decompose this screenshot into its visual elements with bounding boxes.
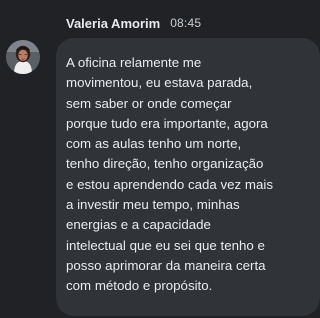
message-line: com as aulas tenho um norte, — [66, 136, 242, 152]
message-line: e estou aprendendo cada vez mais — [66, 176, 273, 192]
message-line: intelectual que eu sei que tenho e — [66, 237, 265, 253]
message-line: A oficina relamente me — [66, 55, 202, 70]
user-avatar-icon — [6, 40, 40, 74]
message-bubble[interactable]: A oficina relamente me movimentou, eu est… — [56, 38, 320, 316]
avatar[interactable] — [6, 40, 40, 74]
message-header: Valeria Amorim 08:45 — [66, 14, 201, 32]
message-text: A oficina relamente me movimentou, eu est… — [66, 53, 310, 297]
chat-message-screen: Valeria Amorim 08:45 A oficina relamente… — [0, 0, 320, 318]
sender-name[interactable]: Valeria Amorim — [66, 16, 160, 31]
message-line: movimentou, eu estava parada, — [66, 75, 253, 91]
message-timestamp: 08:45 — [170, 16, 202, 30]
message-line: sem saber or onde começar — [66, 95, 232, 111]
message-line: a investir meu tempo, minhas — [66, 197, 240, 213]
message-line: com método e propósito. — [66, 278, 213, 294]
message-line: posso aprimorar da maneira certa — [66, 257, 266, 273]
message-line: tenho direção, tenho organização — [66, 156, 264, 172]
message-line: porque tudo era importante, agora — [66, 115, 268, 131]
message-line: energias e a capacidade — [66, 217, 211, 233]
